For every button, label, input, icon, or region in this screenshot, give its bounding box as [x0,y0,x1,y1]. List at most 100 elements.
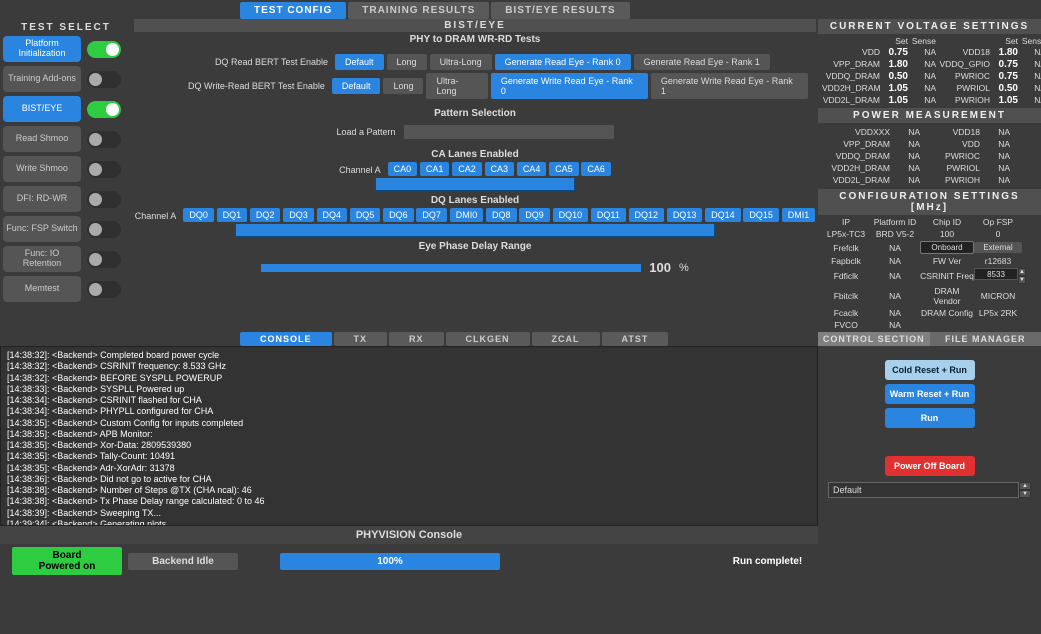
cfg-fbitclk-v: NA [870,291,920,301]
dq-lane-DQ11[interactable]: DQ11 [591,208,626,222]
volt-set: 1.05 [880,83,908,94]
ca-lane-CA6[interactable]: CA6 [581,162,611,176]
cfg-vendor: DRAM Vendor [920,286,974,306]
test-2-toggle[interactable] [87,101,121,118]
dq-lane-DQ1[interactable]: DQ1 [217,208,248,222]
ca-lane-CA0[interactable]: CA0 [388,162,418,176]
dq-lane-DQ6[interactable]: DQ6 [383,208,414,222]
test-3-toggle[interactable] [87,131,121,148]
dq-lane-DQ13[interactable]: DQ13 [667,208,703,222]
test-8-toggle[interactable] [87,281,121,298]
test-1[interactable]: Training Add-ons [3,66,81,92]
test-7[interactable]: Func: IO Retention [3,246,81,272]
default-select[interactable]: Default [828,482,1019,498]
test-6[interactable]: Func: FSP Switch [3,216,81,242]
cfg-fbitclk: Fbitclk [822,291,870,301]
dq-lane-DQ15[interactable]: DQ15 [743,208,779,222]
ca-lane-CA5[interactable]: CA5 [549,162,579,176]
console-log[interactable]: [14:38:32]: <Backend> Completed board po… [0,346,818,526]
csrinit-up[interactable]: ▲ [1018,268,1026,276]
test-0-toggle[interactable] [87,41,121,58]
cold-reset-btn[interactable]: Cold Reset + Run [885,360,975,380]
dq-lane-DQ8[interactable]: DQ8 [486,208,517,222]
console-line: [14:39:34]: <Backend> Generating plots..… [7,519,811,526]
ca-lane-CA4[interactable]: CA4 [517,162,547,176]
bert-write-default[interactable]: Default [332,78,381,94]
test-5-toggle[interactable] [87,191,121,208]
test-0[interactable]: Platform Initialization [3,36,81,62]
tab-test-config[interactable]: TEST CONFIG [240,2,346,19]
pwr-val: NA [980,163,1010,173]
bert-write-ultra[interactable]: Ultra-Long [426,73,487,99]
volt-lbl: PWRIOL [936,83,990,94]
test-5[interactable]: DFI: RD-WR [3,186,81,212]
dq-lane-DQ2[interactable]: DQ2 [250,208,281,222]
gen-read-eye-rank0[interactable]: Generate Read Eye - Rank 0 [495,54,631,70]
dq-lane-DQ9[interactable]: DQ9 [519,208,550,222]
dq-lane-DQ12[interactable]: DQ12 [629,208,665,222]
csrinit-down[interactable]: ▼ [1018,276,1026,284]
test-4[interactable]: Write Shmoo [3,156,81,182]
test-2[interactable]: BIST/EYE [3,96,81,122]
ca-lane-CA3[interactable]: CA3 [485,162,515,176]
dq-lane-DQ14[interactable]: DQ14 [705,208,741,222]
bert-read-ultra[interactable]: Ultra-Long [430,54,492,70]
control-section-tab[interactable]: CONTROL SECTION [818,332,930,346]
default-down[interactable]: ▼ [1019,490,1031,498]
console-tab-ZCAL[interactable]: ZCAL [532,332,600,346]
tab-training-results[interactable]: TRAINING RESULTS [348,2,489,19]
console-tab-CLKGEN[interactable]: CLKGEN [446,332,530,346]
console-tab-ATST[interactable]: ATST [602,332,669,346]
console-tab-RX[interactable]: RX [389,332,444,346]
config-header: CONFIGURATION SETTINGS [MHz] [818,189,1041,215]
gen-write-eye-rank1[interactable]: Generate Write Read Eye - Rank 1 [651,73,808,99]
tab-bist-eye-results[interactable]: BIST/EYE RESULTS [491,2,629,19]
file-manager-tab[interactable]: FILE MANAGER [930,332,1041,346]
ca-lane-CA2[interactable]: CA2 [452,162,482,176]
dq-lane-DQ4[interactable]: DQ4 [317,208,348,222]
warm-reset-btn[interactable]: Warm Reset + Run [885,384,975,404]
gen-write-eye-rank0[interactable]: Generate Write Read Eye - Rank 0 [491,73,648,99]
bert-write-long[interactable]: Long [383,78,423,94]
dq-lane-DQ7[interactable]: DQ7 [416,208,447,222]
cfg-fdficlk-v: NA [870,271,920,281]
test-6-toggle[interactable] [87,221,121,238]
ca-lane-CA1[interactable]: CA1 [420,162,450,176]
pwr-val: NA [890,163,920,173]
pattern-selection-header: Pattern Selection [134,106,816,121]
test-1-toggle[interactable] [87,71,121,88]
channel-a-label: Channel A [339,165,381,175]
pwr-val: NA [890,139,920,149]
dq-lane-DQ0[interactable]: DQ0 [183,208,214,222]
dq-lane-DMI1[interactable]: DMI1 [782,208,816,222]
cfg-chipid-v: 100 [920,229,974,239]
eye-phase-slider[interactable] [261,264,641,272]
onboard-btn[interactable]: Onboard [920,241,974,254]
dq-lane-bar[interactable] [235,223,715,237]
pwr-val: NA [980,151,1010,161]
bert-read-default[interactable]: Default [335,54,384,70]
test-4-toggle[interactable] [87,161,121,178]
console-tab-TX[interactable]: TX [334,332,388,346]
power-off-btn[interactable]: Power Off Board [885,456,975,476]
dq-lane-DQ10[interactable]: DQ10 [553,208,589,222]
load-pattern-input[interactable] [404,125,614,139]
bert-read-long[interactable]: Long [387,54,427,70]
cfg-fvco: FVCO [822,320,870,330]
test-7-toggle[interactable] [87,251,121,268]
gen-read-eye-rank1[interactable]: Generate Read Eye - Rank 1 [634,54,770,70]
run-btn[interactable]: Run [885,408,975,428]
test-8[interactable]: Memtest [3,276,81,302]
test-3[interactable]: Read Shmoo [3,126,81,152]
external-btn[interactable]: External [974,242,1022,253]
cfg-frefclk-v: NA [870,243,920,253]
default-up[interactable]: ▲ [1019,482,1031,490]
pwr-val: NA [890,151,920,161]
bist-eye-section-header: BIST/EYE [134,19,816,32]
dq-lane-DQ5[interactable]: DQ5 [350,208,381,222]
console-tab-CONSOLE[interactable]: CONSOLE [240,332,332,346]
csrinit-input[interactable] [974,268,1018,280]
ca-lane-bar[interactable] [375,177,575,191]
dq-lane-DMI0[interactable]: DMI0 [450,208,484,222]
dq-lane-DQ3[interactable]: DQ3 [283,208,314,222]
